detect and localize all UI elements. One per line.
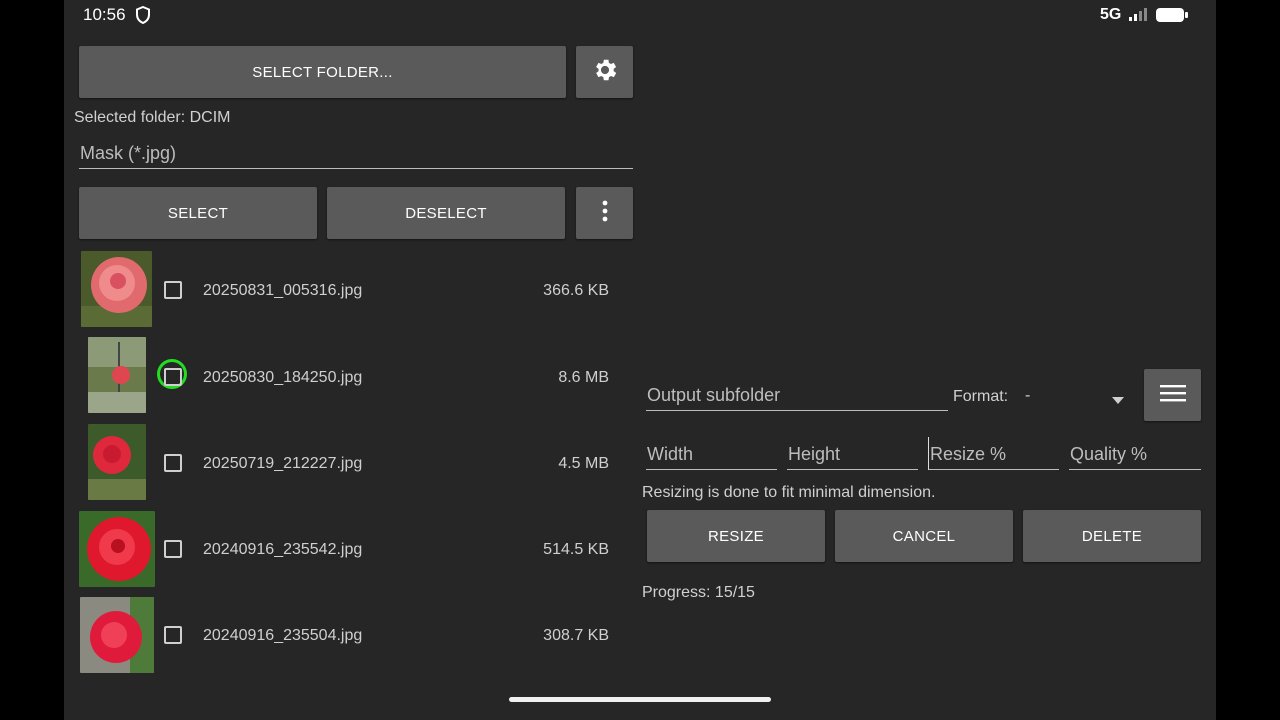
file-size: 308.7 KB [543, 627, 609, 644]
file-name: 20250719_212227.jpg [203, 455, 363, 472]
file-size: 514.5 KB [543, 541, 609, 558]
more-options-button[interactable] [576, 187, 633, 239]
dropdown-arrow-icon [1112, 392, 1124, 410]
file-thumbnail [80, 597, 154, 673]
file-thumbnail [81, 251, 152, 327]
file-row[interactable]: 20240916_235542.jpg 514.5 KB [64, 505, 644, 591]
signal-icon [1128, 7, 1150, 26]
file-row[interactable]: 20250830_184250.jpg 8.6 MB [64, 333, 644, 419]
mask-input[interactable]: Mask (*.jpg) [79, 137, 633, 169]
output-subfolder-input[interactable]: Output subfolder [646, 377, 948, 411]
resize-percent-input[interactable]: Resize % [928, 437, 1059, 470]
file-checkbox[interactable] [164, 626, 182, 644]
shield-icon [135, 5, 151, 29]
delete-button[interactable]: DELETE [1023, 510, 1201, 562]
file-name: 20240916_235542.jpg [203, 541, 363, 558]
mask-placeholder: Mask (*.jpg) [80, 143, 177, 163]
gear-icon [591, 56, 619, 88]
output-subfolder-placeholder: Output subfolder [647, 385, 781, 405]
file-checkbox[interactable] [164, 281, 182, 299]
file-checkbox[interactable] [164, 454, 182, 472]
resize-button[interactable]: RESIZE [647, 510, 825, 562]
settings-button[interactable] [576, 46, 633, 98]
menu-icon [1159, 384, 1186, 406]
select-folder-button[interactable]: SELECT FOLDER... [79, 46, 566, 98]
file-name: 20250831_005316.jpg [203, 282, 363, 299]
height-input[interactable]: Height [787, 437, 918, 470]
status-time: 10:56 [83, 5, 126, 24]
cancel-button[interactable]: CANCEL [835, 510, 1013, 562]
quality-percent-placeholder: Quality % [1070, 444, 1148, 464]
file-size: 366.6 KB [543, 282, 609, 299]
select-button[interactable]: SELECT [79, 187, 317, 239]
quality-percent-input[interactable]: Quality % [1069, 437, 1201, 470]
format-value: - [1025, 387, 1031, 404]
file-size: 8.6 MB [558, 369, 609, 386]
progress-label: Progress: 15/15 [642, 584, 755, 601]
file-name: 20250830_184250.jpg [203, 369, 363, 386]
battery-icon [1155, 7, 1189, 28]
file-row[interactable]: 20250831_005316.jpg 366.6 KB [64, 247, 644, 333]
height-placeholder: Height [788, 444, 841, 464]
file-thumbnail [88, 424, 146, 500]
network-type: 5G [1100, 6, 1122, 23]
format-select[interactable]: - [1022, 384, 1124, 410]
width-placeholder: Width [647, 444, 694, 464]
width-input[interactable]: Width [646, 437, 777, 470]
file-row[interactable]: 20250719_212227.jpg 4.5 MB [64, 419, 644, 505]
file-checkbox[interactable] [164, 540, 182, 558]
home-indicator[interactable] [509, 697, 771, 702]
file-row[interactable]: 20240916_235504.jpg 308.7 KB [64, 591, 644, 677]
menu-button[interactable] [1144, 369, 1201, 421]
resize-percent-placeholder: Resize % [930, 444, 1007, 464]
file-name: 20240916_235504.jpg [203, 627, 363, 644]
file-thumbnail [79, 511, 155, 587]
file-size: 4.5 MB [558, 455, 609, 472]
file-checkbox[interactable] [164, 368, 182, 386]
format-label: Format: [953, 388, 1009, 405]
app-screen: 10:56 5G SELECT FOLDER... Selected folde… [64, 0, 1216, 720]
file-thumbnail [88, 337, 146, 413]
more-vert-icon [602, 200, 608, 226]
resize-hint: Resizing is done to fit minimal dimensio… [642, 484, 936, 501]
selected-folder-label: Selected folder: DCIM [74, 109, 231, 126]
deselect-button[interactable]: DESELECT [327, 187, 565, 239]
